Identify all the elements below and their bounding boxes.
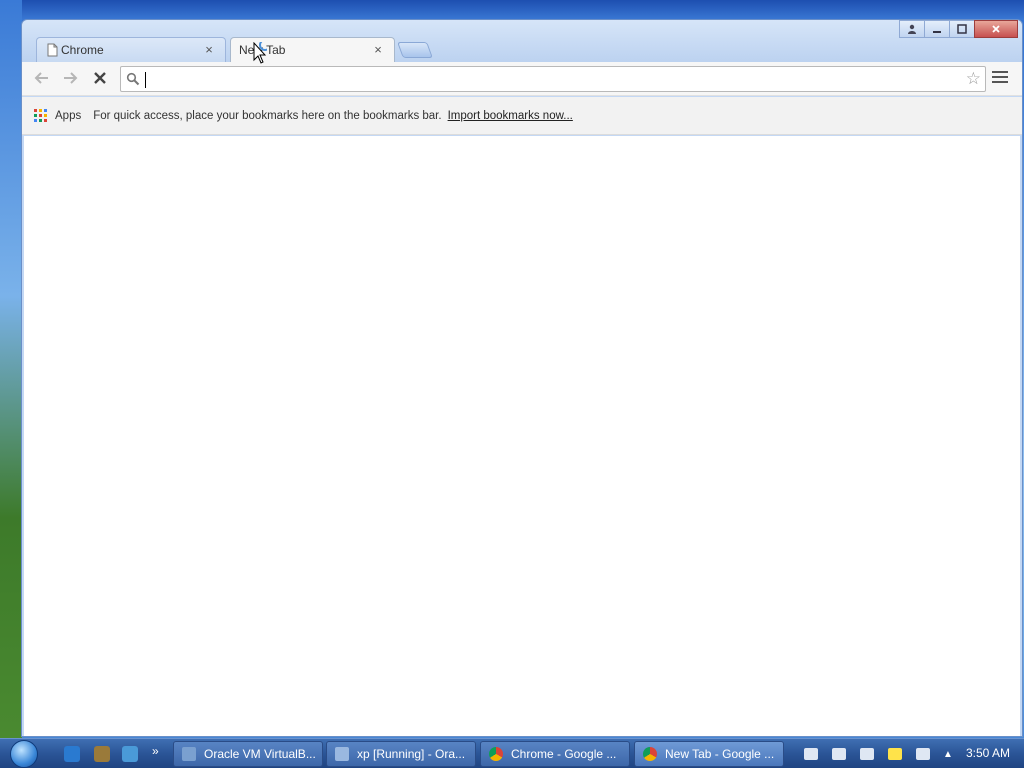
stop-loading-icon[interactable] — [90, 70, 110, 88]
profile-icon[interactable] — [899, 20, 925, 38]
tab-title: Chrome — [61, 43, 104, 57]
help-icon[interactable] — [888, 748, 902, 760]
pen-icon[interactable] — [832, 748, 846, 760]
taskbar-button-label: New Tab - Google ... — [665, 747, 775, 761]
tab-chrome[interactable]: Chrome × — [36, 37, 226, 62]
search-icon — [126, 72, 140, 86]
minimize-button[interactable] — [924, 20, 950, 38]
taskbar-button-chrome[interactable]: Chrome - Google ... — [480, 741, 630, 767]
bookmark-star-icon[interactable]: ☆ — [966, 70, 981, 88]
omnibox[interactable]: ☆ — [120, 66, 986, 92]
title-bar: Chrome × New Tab × — [22, 20, 1022, 62]
mouse-pointer-icon — [253, 42, 267, 64]
virtualbox-icon — [182, 747, 196, 761]
import-bookmarks-link[interactable]: Import bookmarks now... — [448, 110, 573, 122]
taskbar-button-label: Chrome - Google ... — [511, 747, 617, 761]
media-player-icon[interactable] — [94, 746, 110, 762]
taskbar-button-new-tab[interactable]: New Tab - Google ... — [634, 741, 784, 767]
system-tray: ▲ 3:50 AM — [797, 739, 1024, 768]
chrome-icon — [643, 747, 657, 761]
new-tab-button[interactable] — [397, 42, 433, 58]
chrome-window: Chrome × New Tab × ☆ Apps For quick acce… — [21, 19, 1023, 737]
chrome-icon — [489, 747, 503, 761]
window-controls — [899, 20, 1018, 38]
taskbar-button-label: xp [Running] - Ora... — [357, 747, 466, 761]
forward-arrow-icon[interactable] — [60, 70, 80, 88]
volume-icon[interactable] — [916, 748, 930, 760]
close-tab-icon[interactable]: × — [372, 43, 384, 56]
quick-launch-overflow[interactable]: » — [152, 744, 159, 758]
taskbar: » Oracle VM VirtualB... xp [Running] - O… — [0, 738, 1024, 768]
taskbar-button-virtualbox[interactable]: Oracle VM VirtualB... — [173, 741, 323, 767]
desktop-background-top — [0, 0, 1024, 20]
chrome-menu-icon[interactable] — [992, 71, 1008, 85]
apps-icon[interactable] — [34, 108, 48, 123]
maximize-button[interactable] — [949, 20, 975, 38]
start-button[interactable] — [10, 740, 38, 768]
text-caret — [145, 72, 146, 88]
omnibox-input[interactable] — [145, 70, 955, 88]
network-icon[interactable] — [860, 748, 874, 760]
close-tab-icon[interactable]: × — [203, 43, 215, 56]
keyboard-icon[interactable] — [804, 748, 818, 760]
toolbar: ☆ — [22, 62, 1022, 96]
vm-running-icon — [335, 747, 349, 761]
show-hidden-icons-icon[interactable]: ▲ — [943, 749, 953, 760]
bookmarks-bar: Apps For quick access, place your bookma… — [22, 97, 1022, 135]
bookmarks-bar-message: For quick access, place your bookmarks h… — [93, 109, 442, 122]
taskbar-button-xp[interactable]: xp [Running] - Ora... — [326, 741, 476, 767]
explorer-icon[interactable] — [122, 746, 138, 762]
desktop-background-left — [0, 0, 22, 740]
page-icon — [47, 43, 58, 57]
page-content — [24, 136, 1020, 736]
taskbar-button-label: Oracle VM VirtualB... — [204, 747, 316, 761]
close-window-button[interactable] — [974, 20, 1018, 38]
apps-shortcut[interactable]: Apps — [55, 110, 81, 122]
internet-explorer-icon[interactable] — [64, 746, 80, 762]
clock[interactable]: 3:50 AM — [966, 746, 1010, 760]
back-arrow-icon[interactable] — [32, 70, 52, 88]
